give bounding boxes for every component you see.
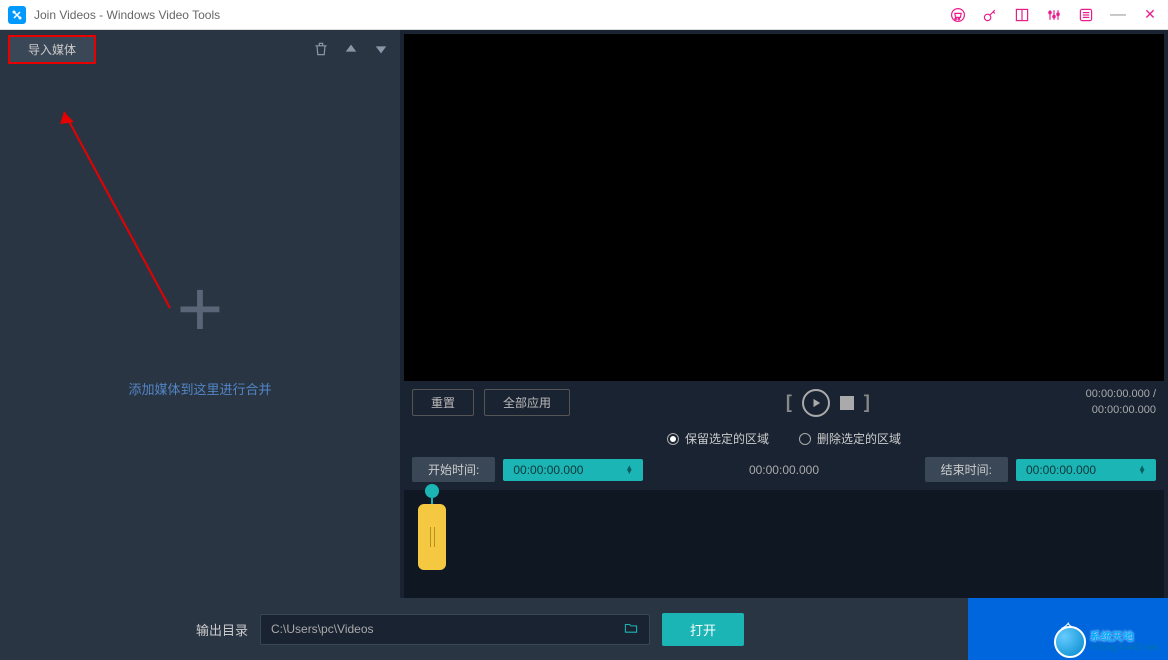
annotation-arrow [40, 98, 180, 318]
playhead-pin-icon [425, 484, 439, 498]
move-down-icon[interactable] [370, 38, 392, 60]
merge-button[interactable]: 合 [968, 598, 1168, 660]
end-time-label: 结束时间: [925, 457, 1008, 482]
output-dir-label: 输出目录 [196, 620, 248, 639]
timeline[interactable] [404, 490, 1164, 598]
titlebar: Join Videos - Windows Video Tools — ✕ [0, 0, 1168, 30]
spinner-icon[interactable]: ▲▼ [1138, 466, 1146, 474]
mark-in-icon[interactable]: [ [786, 392, 792, 413]
apply-all-button[interactable]: 全部应用 [484, 389, 570, 416]
radio-keep-label: 保留选定的区域 [685, 430, 769, 447]
menu-icon[interactable] [1076, 5, 1096, 25]
trash-icon[interactable] [310, 38, 332, 60]
layout-icon[interactable] [1012, 5, 1032, 25]
region-mode-radios: 保留选定的区域 删除选定的区域 [400, 424, 1168, 453]
start-time-label: 开始时间: [412, 457, 495, 482]
time-display: 00:00:00.000 / 00:00:00.000 [1086, 387, 1156, 418]
titlebar-controls: — ✕ [948, 5, 1160, 25]
folder-icon[interactable] [623, 621, 639, 638]
clip-handle-body[interactable] [418, 504, 446, 570]
duration-display: 00:00:00.000 [651, 463, 916, 477]
move-up-icon[interactable] [340, 38, 362, 60]
play-button[interactable] [802, 389, 830, 417]
media-toolbar: 导入媒体 [0, 30, 400, 68]
editor-panel: 重置 全部应用 [ ] 00:00:00.000 / 00:00:00.000 … [400, 30, 1168, 598]
time-current: 00:00:00.000 / [1086, 387, 1156, 402]
media-panel: 导入媒体 + 添加媒体到这里进行合并 [0, 30, 400, 598]
radio-unselected-icon [799, 433, 811, 445]
plus-icon: + [177, 269, 224, 349]
spinner-icon[interactable]: ▲▼ [625, 466, 633, 474]
minimize-button[interactable]: — [1108, 5, 1128, 25]
radio-delete-label: 删除选定的区域 [817, 430, 901, 447]
close-button[interactable]: ✕ [1140, 5, 1160, 25]
bottom-bar: 输出目录 C:\Users\pc\Videos 打开 合 系统天地 XiTong… [0, 598, 1168, 660]
start-time-input[interactable]: 00:00:00.000 ▲▼ [503, 459, 643, 481]
reset-button[interactable]: 重置 [412, 389, 474, 416]
key-icon[interactable] [980, 5, 1000, 25]
open-folder-button[interactable]: 打开 [662, 613, 744, 646]
playback-controls: 重置 全部应用 [ ] 00:00:00.000 / 00:00:00.000 [400, 381, 1168, 424]
main-area: 导入媒体 + 添加媒体到这里进行合并 重置 全部应用 [ ] 00:00:00.… [0, 30, 1168, 598]
window-title: Join Videos - Windows Video Tools [34, 8, 948, 22]
radio-keep-region[interactable]: 保留选定的区域 [667, 430, 769, 447]
app-icon [8, 6, 26, 24]
output-path-field[interactable]: C:\Users\pc\Videos [260, 614, 650, 645]
timeline-playhead[interactable] [418, 484, 446, 570]
import-media-button[interactable]: 导入媒体 [8, 35, 96, 64]
mark-out-icon[interactable]: ] [864, 392, 870, 413]
video-preview[interactable] [404, 34, 1164, 381]
stop-button[interactable] [840, 396, 854, 410]
output-path-text: C:\Users\pc\Videos [271, 622, 623, 636]
time-total: 00:00:00.000 [1086, 403, 1156, 418]
radio-selected-icon [667, 433, 679, 445]
start-time-value: 00:00:00.000 [513, 463, 583, 477]
drop-hint-text: 添加媒体到这里进行合并 [128, 379, 271, 398]
end-time-input[interactable]: 00:00:00.000 ▲▼ [1016, 459, 1156, 481]
end-time-value: 00:00:00.000 [1026, 463, 1096, 477]
radio-delete-region[interactable]: 删除选定的区域 [799, 430, 901, 447]
time-range-row: 开始时间: 00:00:00.000 ▲▼ 00:00:00.000 结束时间:… [400, 453, 1168, 486]
cart-icon[interactable] [948, 5, 968, 25]
media-drop-zone[interactable]: + 添加媒体到这里进行合并 [0, 68, 400, 598]
settings-icon[interactable] [1044, 5, 1064, 25]
